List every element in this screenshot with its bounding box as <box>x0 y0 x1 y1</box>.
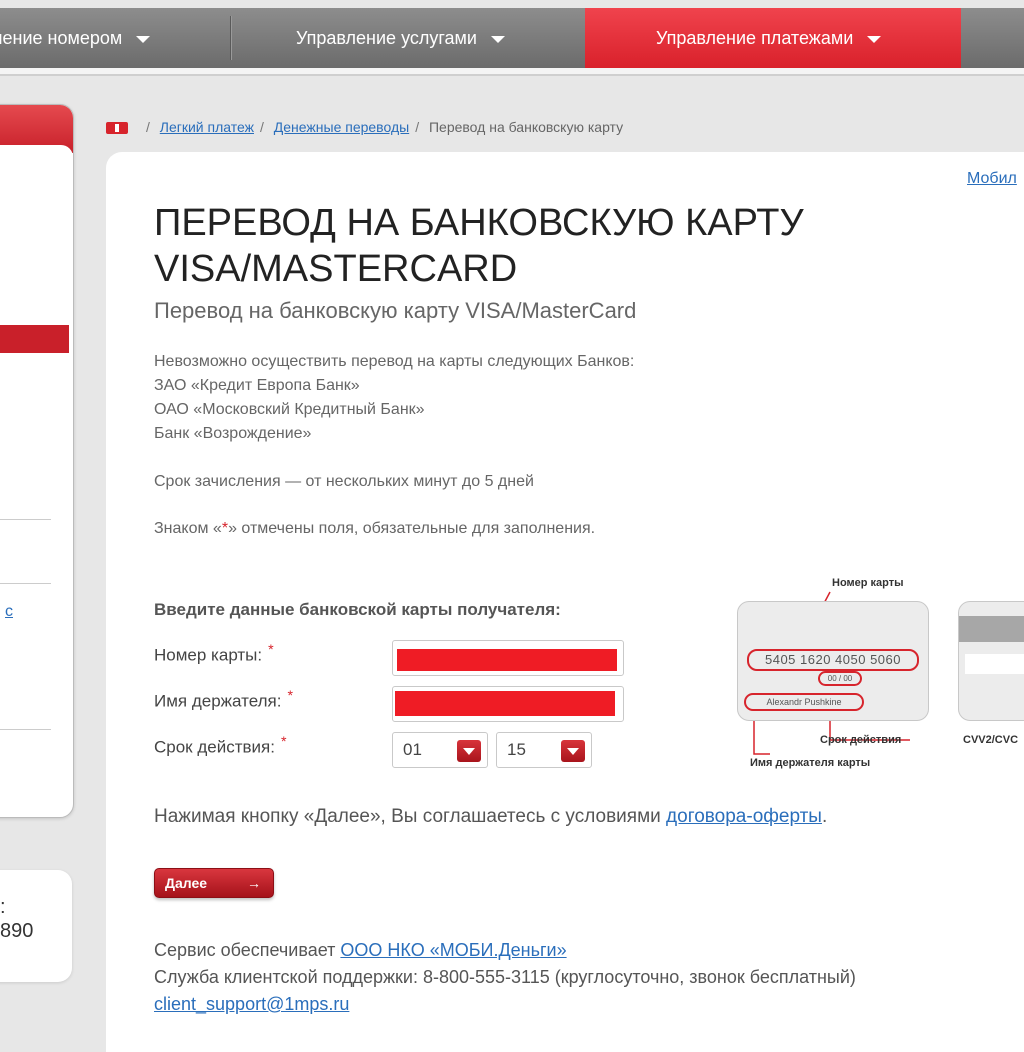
sidebar-divider <box>0 519 51 520</box>
nav-divider <box>230 16 231 60</box>
expiry-month-value: 01 <box>403 740 422 759</box>
next-button[interactable]: Далее → <box>154 868 274 898</box>
nav-payments-management-label: Управление платежами <box>656 28 854 48</box>
holder-name-label: Имя держателя: * <box>154 688 293 712</box>
restriction-intro: Невозможно осуществить перевод на карты … <box>154 353 635 370</box>
sidebar-active-item[interactable] <box>0 325 69 353</box>
card-front-illustration: 5405 1620 4050 5060 00 / 00 Alexandr Pus… <box>737 601 929 721</box>
signature-strip <box>965 654 1024 674</box>
cvv-caption: CVV2/CVC <box>963 734 1019 746</box>
expiry-month-select[interactable]: 01 <box>392 732 488 768</box>
agreement-prefix: Нажимая кнопку «Далее», Вы соглашаетесь … <box>154 806 661 827</box>
support-info: Служба клиентской поддержки: 8-800-555-3… <box>154 967 856 987</box>
holder-name-value-redacted <box>395 691 615 716</box>
card-number-value-redacted <box>397 649 617 671</box>
card-number-input[interactable] <box>392 640 624 676</box>
breadcrumb-easy-payment[interactable]: Легкий платеж <box>160 119 254 135</box>
restriction-notice: Невозможно осуществить перевод на карты … <box>154 350 634 446</box>
expiry-sample: 00 / 00 <box>818 671 862 686</box>
expiry-caption: Срок действия <box>820 734 902 746</box>
nav-number-management-label: ление номером <box>0 28 123 48</box>
holder-name-label-text: Имя держателя: <box>154 691 282 711</box>
breadcrumb-separator: / <box>415 119 420 135</box>
bank-item: Банк «Возрождение» <box>154 425 312 442</box>
support-email: client_support@1mps.ru <box>154 994 349 1015</box>
sidebar-divider <box>0 583 51 584</box>
sidebar-divider <box>0 729 51 730</box>
expiry-year-select[interactable]: 15 <box>496 732 592 768</box>
chevron-down-icon[interactable] <box>457 740 481 762</box>
breadcrumb-current: Перевод на банковскую карту <box>428 119 624 135</box>
card-number-label: Номер карты: * <box>154 642 274 666</box>
expiry-label: Срок действия: * <box>154 734 286 758</box>
required-note-suffix: » отмечены поля, обязательные для заполн… <box>228 520 596 537</box>
page-title: ПЕРЕВОД НА БАНКОВСКУЮ КАРТУ VISA/MASTERC… <box>154 202 804 290</box>
left-sidebar: c <box>0 104 74 818</box>
offer-agreement-link[interactable]: договора-оферты <box>666 806 822 827</box>
contact-phone-fragment: 890 <box>0 920 34 942</box>
chevron-down-icon <box>490 35 505 43</box>
required-mark: * <box>280 734 287 750</box>
breadcrumb: / Легкий платеж / Денежные переводы / Пере… <box>106 119 623 135</box>
agreement-end: . <box>821 806 828 827</box>
card-back-illustration <box>958 601 1024 721</box>
holder-name-input[interactable] <box>392 686 624 722</box>
transfer-term: Срок зачисления — от нескольких минут до… <box>154 473 534 490</box>
card-number-label-text: Номер карты: <box>154 645 263 665</box>
service-provider-text: Сервис обеспечивает <box>154 940 336 960</box>
support-email-link[interactable]: client_support@1mps.ru <box>154 994 349 1014</box>
nav-bottom-line <box>0 74 1024 76</box>
holder-sample: Alexandr Pushkine <box>744 693 864 711</box>
required-mark: * <box>268 642 274 658</box>
breadcrumb-money-transfers[interactable]: Денежные переводы <box>274 119 409 135</box>
service-provider-link[interactable]: ООО НКО «МОБИ.Деньги» <box>340 940 566 960</box>
top-navigation: ление номером Управление услугами Управл… <box>0 8 1024 68</box>
chevron-down-icon <box>867 35 882 43</box>
required-note-prefix: Знаком « <box>154 520 222 537</box>
breadcrumb-separator: / <box>260 119 264 135</box>
sidebar-header-curve <box>0 145 73 159</box>
required-fields-note: Знаком «*» отмечены поля, обязательные д… <box>154 517 595 541</box>
service-provider: Сервис обеспечивает ООО НКО «МОБИ.Деньги… <box>154 940 567 961</box>
contact-fragment: : <box>0 896 6 918</box>
nav-services-management[interactable]: Управление услугами <box>296 8 505 68</box>
nav-number-management[interactable]: ление номером <box>0 8 151 68</box>
left-contact-box: : 890 <box>0 870 72 982</box>
required-mark: * <box>287 688 293 704</box>
nav-payments-management[interactable]: Управление платежами <box>585 8 961 68</box>
bank-item: ЗАО «Кредит Европа Банк» <box>154 377 360 394</box>
sidebar-link[interactable]: c <box>5 603 13 621</box>
holder-caption: Имя держателя карты <box>750 757 871 769</box>
nav-services-management-label: Управление услугами <box>296 28 477 48</box>
expiry-year-value: 15 <box>507 740 526 759</box>
page-subtitle: Перевод на банковскую карту VISA/MasterC… <box>154 298 637 323</box>
mobile-version-link[interactable]: Мобил <box>967 170 1017 188</box>
chevron-down-icon <box>136 35 151 43</box>
next-button-label: Далее <box>165 875 208 891</box>
card-number-caption: Номер карты <box>832 577 904 589</box>
form-heading: Введите данные банковской карты получате… <box>154 600 561 619</box>
card-number-sample: 5405 1620 4050 5060 <box>747 649 919 671</box>
breadcrumb-separator: / <box>146 119 150 135</box>
arrow-right-icon: → <box>247 875 261 891</box>
agreement-text: Нажимая кнопку «Далее», Вы соглашаетесь … <box>154 806 827 828</box>
magnetic-stripe <box>959 616 1024 642</box>
bank-item: ОАО «Московский Кредитный Банк» <box>154 401 425 418</box>
home-icon[interactable] <box>106 122 128 135</box>
chevron-down-icon[interactable] <box>561 740 585 762</box>
expiry-label-text: Срок действия: <box>154 737 275 757</box>
